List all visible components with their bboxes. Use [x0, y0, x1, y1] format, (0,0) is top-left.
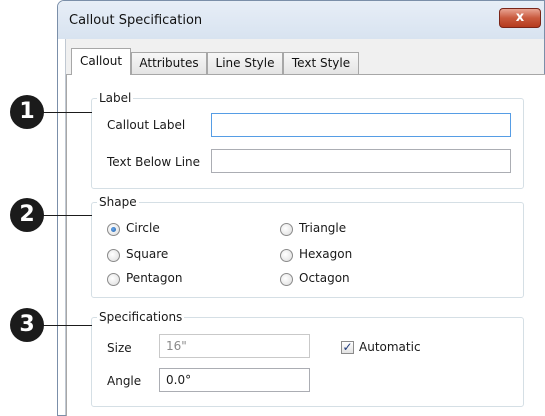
- specifications-group-legend: Specifications: [97, 310, 185, 324]
- tab-attributes[interactable]: Attributes: [131, 52, 207, 74]
- automatic-checkbox[interactable]: ✓: [341, 341, 354, 354]
- circle-label: Circle: [126, 221, 160, 235]
- tab-callout[interactable]: Callout: [71, 48, 131, 75]
- callout-marker-2: 2: [10, 198, 44, 232]
- pentagon-radio[interactable]: [107, 273, 120, 286]
- dialog-title: Callout Specification: [69, 13, 203, 28]
- size-label: Size: [107, 341, 132, 355]
- octagon-label: Octagon: [299, 271, 350, 285]
- square-radio[interactable]: [107, 249, 120, 262]
- tab-line-style[interactable]: Line Style: [207, 52, 283, 74]
- close-icon: x: [515, 10, 525, 25]
- tab-text-style[interactable]: Text Style: [283, 52, 359, 74]
- marker-3-leader-line: [40, 325, 92, 326]
- shape-group-legend: Shape: [97, 195, 139, 209]
- callout-label-input[interactable]: [211, 113, 511, 137]
- callout-marker-1: 1: [10, 95, 44, 129]
- size-input[interactable]: 16": [159, 334, 310, 358]
- callout-marker-3: 3: [10, 308, 44, 342]
- tab-callout-label: Callout: [79, 54, 123, 68]
- label-group: [91, 98, 524, 189]
- triangle-label: Triangle: [299, 221, 347, 235]
- octagon-radio[interactable]: [280, 273, 293, 286]
- tab-attributes-label: Attributes: [139, 56, 199, 70]
- callout-label-label: Callout Label: [107, 118, 186, 132]
- pentagon-label: Pentagon: [126, 271, 183, 285]
- angle-label: Angle: [107, 374, 142, 388]
- circle-radio[interactable]: [107, 223, 120, 236]
- hexagon-radio[interactable]: [280, 249, 293, 262]
- triangle-radio[interactable]: [280, 223, 293, 236]
- text-below-line-label: Text Below Line: [107, 155, 201, 169]
- title-bar[interactable]: Callout Specification x: [58, 1, 544, 39]
- square-label: Square: [126, 247, 169, 261]
- tab-line-style-label: Line Style: [215, 56, 275, 70]
- text-below-line-input[interactable]: [211, 149, 511, 173]
- close-button[interactable]: x: [499, 8, 541, 28]
- automatic-label: Automatic: [359, 340, 421, 354]
- specifications-group: [91, 317, 524, 407]
- angle-input[interactable]: 0.0°: [159, 368, 310, 392]
- marker-2-leader-line: [40, 215, 92, 216]
- tab-text-style-label: Text Style: [291, 56, 351, 70]
- hexagon-label: Hexagon: [299, 247, 353, 261]
- label-group-legend: Label: [97, 91, 134, 105]
- marker-1-leader-line: [40, 112, 92, 113]
